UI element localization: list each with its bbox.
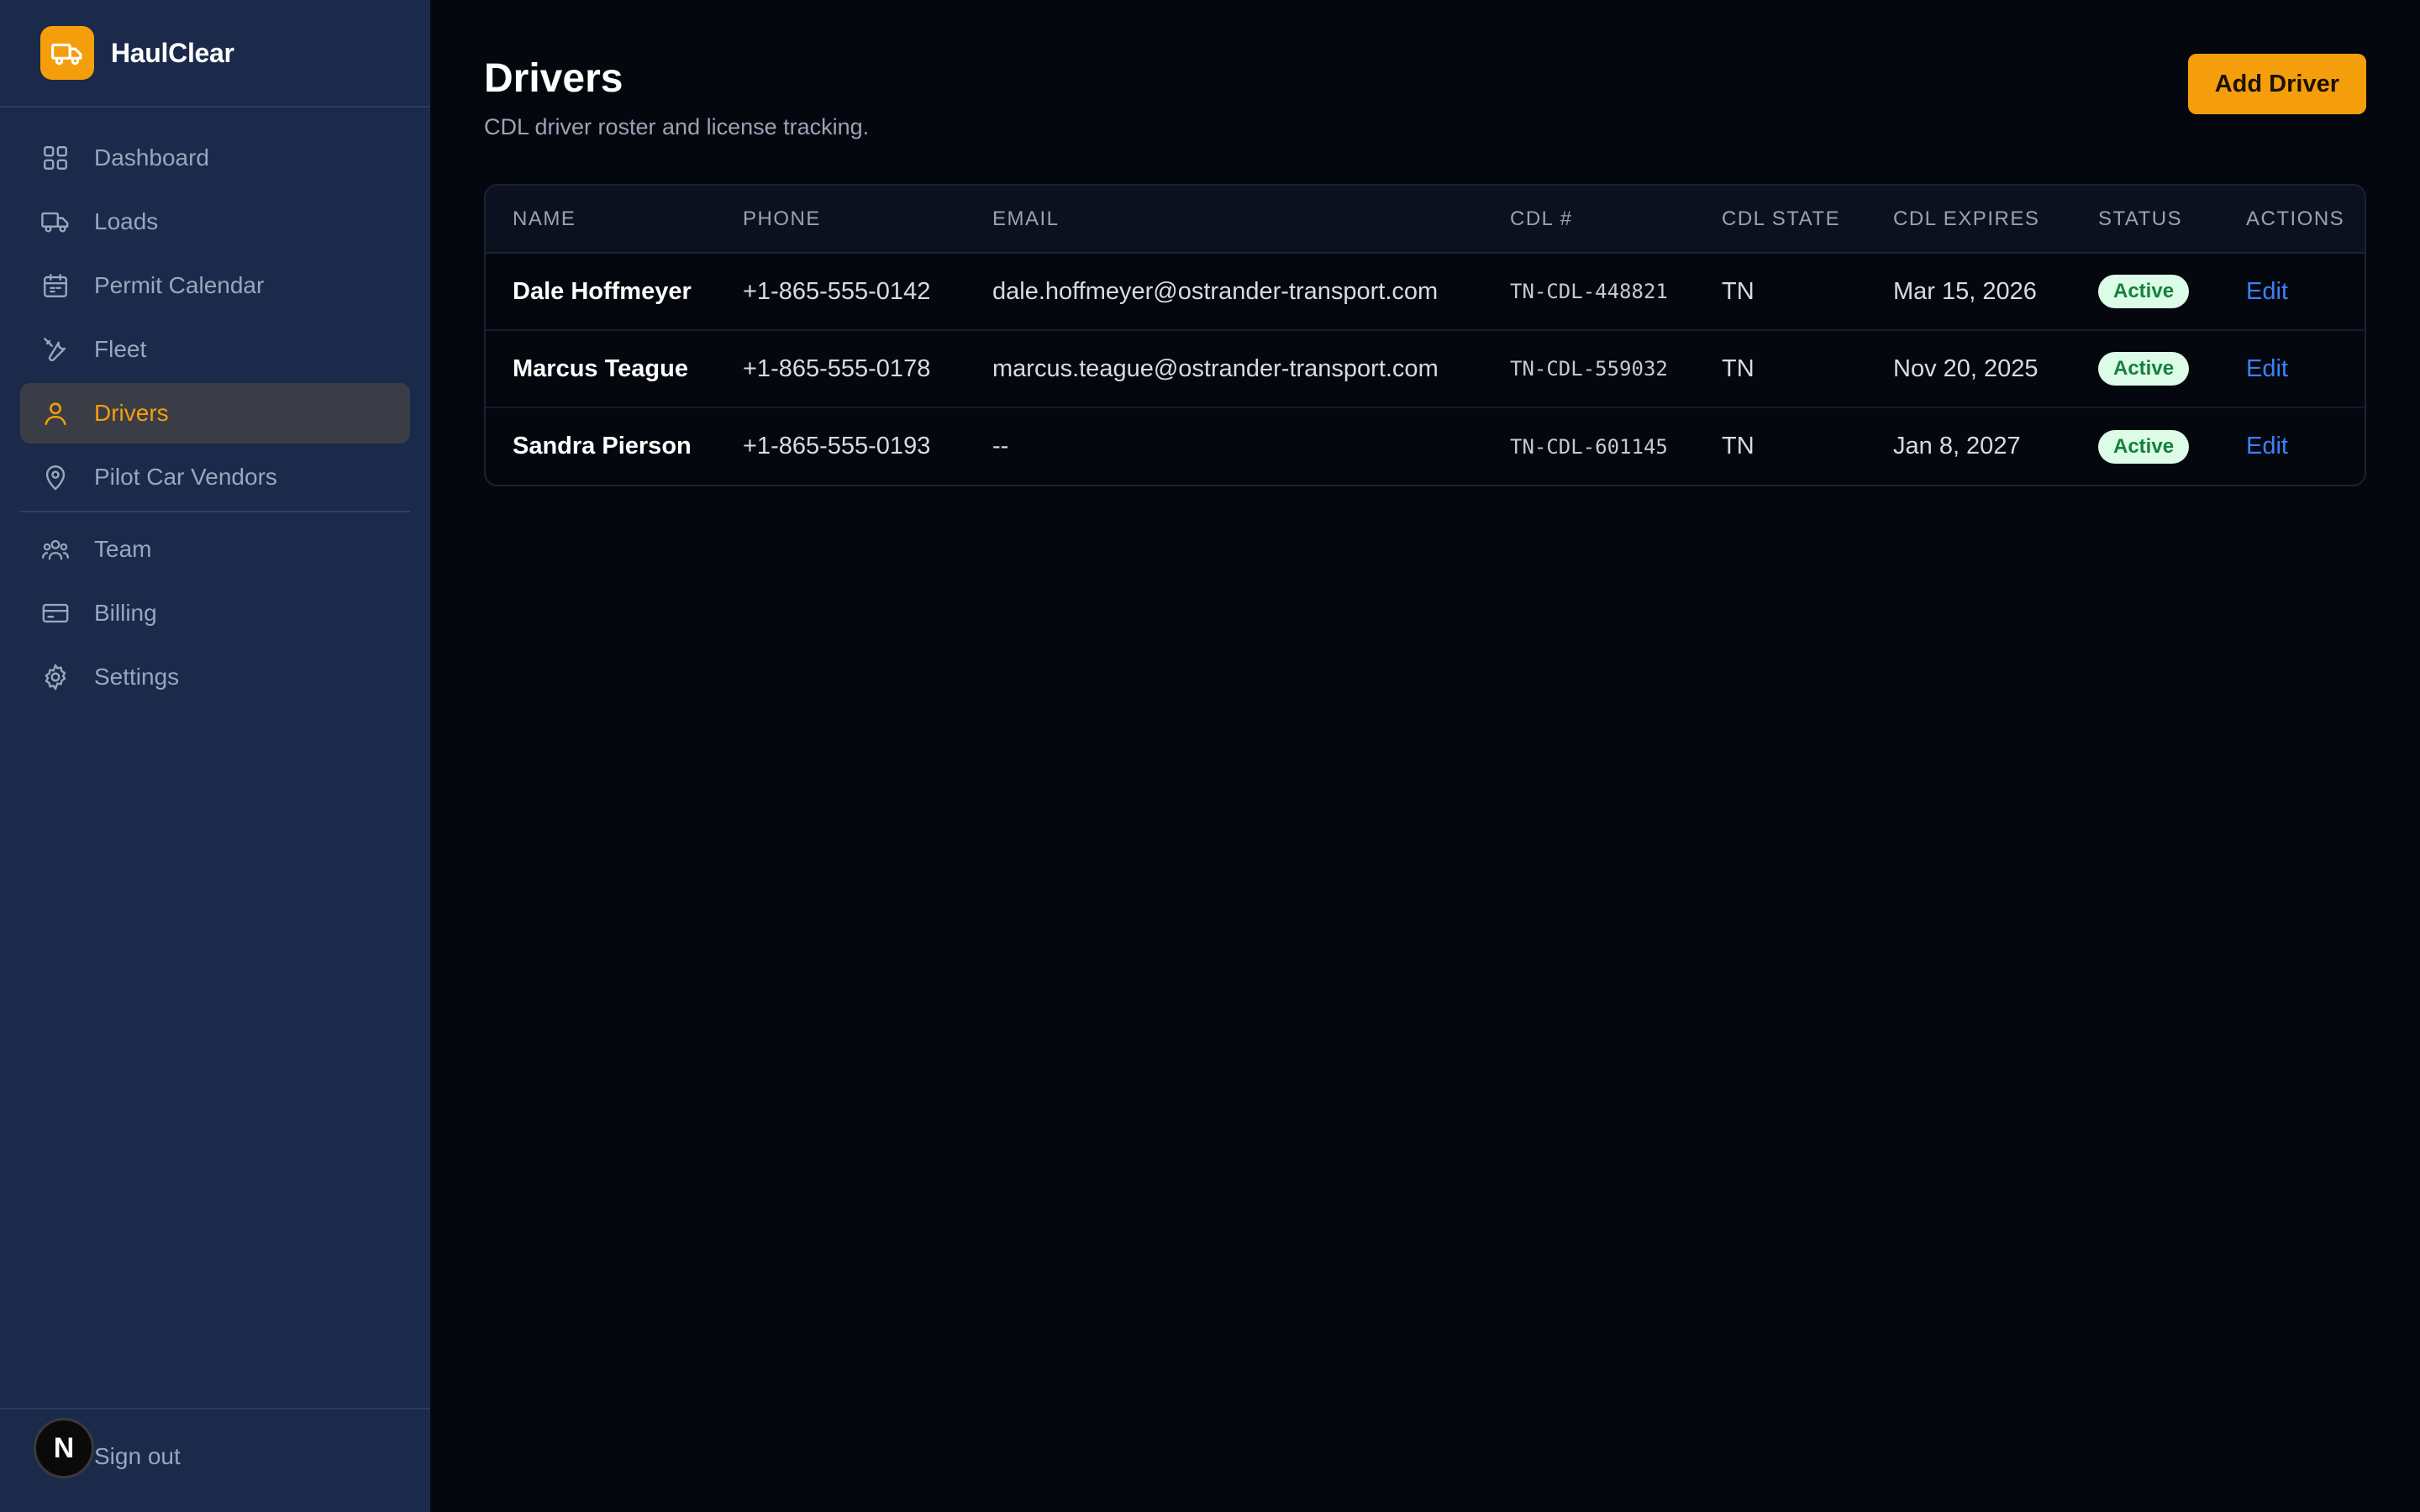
driver-name: Sandra Pierson	[513, 433, 692, 459]
edit-link[interactable]: Edit	[2246, 433, 2288, 459]
driver-phone: +1-865-555-0178	[743, 354, 931, 382]
dashboard-grid-icon	[40, 143, 71, 173]
sidebar-nav: Dashboard Loads Permit Calendar Fleet Dr…	[0, 108, 430, 707]
driver-name: Dale Hoffmeyer	[513, 277, 692, 305]
column-header-phone[interactable]: PHONE	[716, 186, 965, 254]
column-header-actions: ACTIONS	[2219, 186, 2365, 254]
driver-email: dale.hoffmeyer@ostrander-transport.com	[992, 277, 1439, 305]
actions-cell: Edit	[2219, 253, 2365, 330]
status-cell: Active	[2071, 407, 2219, 485]
column-header-status[interactable]: STATUS	[2071, 186, 2219, 254]
brand-name: HaulClear	[111, 37, 234, 68]
driver-email: --	[992, 433, 1009, 459]
sidebar-item-label: Pilot Car Vendors	[94, 464, 277, 490]
edit-link[interactable]: Edit	[2246, 355, 2288, 382]
table-row[interactable]: Dale Hoffmeyer +1-865-555-0142 dale.hoff…	[486, 253, 2365, 330]
app-root: HaulClear Dashboard Loads Permit Calenda…	[0, 0, 2420, 1512]
sidebar-item-billing[interactable]: Billing	[20, 583, 410, 643]
sidebar-item-label: Dashboard	[94, 144, 209, 171]
user-icon	[40, 398, 71, 428]
actions-cell: Edit	[2219, 407, 2365, 485]
main-content: Drivers CDL driver roster and license tr…	[430, 0, 2420, 1512]
driver-cdl-state: TN	[1722, 354, 1754, 382]
status-cell: Active	[2071, 253, 2219, 330]
column-header-name[interactable]: NAME	[486, 186, 716, 254]
driver-email: marcus.teague@ostrander-transport.com	[992, 354, 1439, 382]
calendar-icon	[40, 270, 71, 301]
sidebar-item-drivers[interactable]: Drivers	[20, 383, 410, 444]
driver-cdl-expires: Nov 20, 2025	[1893, 354, 2039, 382]
map-pin-icon	[40, 462, 71, 492]
tools-icon	[40, 334, 71, 365]
sidebar-item-label: Loads	[94, 208, 159, 234]
driver-cdl-expires: Mar 15, 2026	[1893, 277, 2037, 305]
status-badge: Active	[2098, 429, 2190, 464]
sign-out-button[interactable]: Sign out	[94, 1443, 181, 1470]
actions-cell: Edit	[2219, 330, 2365, 407]
sidebar-item-pilot-car-vendors[interactable]: Pilot Car Vendors	[20, 447, 410, 507]
sidebar-item-label: Team	[94, 536, 152, 562]
driver-cdl-state: TN	[1722, 277, 1754, 305]
driver-cdl-state: TN	[1722, 433, 1754, 459]
driver-cdl-number: TN-CDL-601145	[1510, 434, 1668, 459]
truck-logo-icon	[40, 26, 94, 80]
status-cell: Active	[2071, 330, 2219, 407]
table-row[interactable]: Sandra Pierson +1-865-555-0193 -- TN-CDL…	[486, 407, 2365, 485]
sidebar-item-dashboard[interactable]: Dashboard	[20, 128, 410, 188]
drivers-table: NAME PHONE EMAIL CDL # CDL STATE CDL EXP…	[484, 184, 2366, 486]
column-header-cdl-number[interactable]: CDL #	[1483, 186, 1695, 254]
sidebar-item-label: Permit Calendar	[94, 272, 265, 298]
table-header-row: NAME PHONE EMAIL CDL # CDL STATE CDL EXP…	[486, 186, 2365, 254]
add-driver-button[interactable]: Add Driver	[2187, 54, 2366, 114]
sidebar-item-team[interactable]: Team	[20, 519, 410, 580]
driver-cdl-number: TN-CDL-448821	[1510, 280, 1668, 303]
page-subtitle: CDL driver roster and license tracking.	[484, 114, 870, 139]
column-header-cdl-state[interactable]: CDL STATE	[1695, 186, 1866, 254]
page-title: Drivers	[484, 56, 623, 101]
sidebar-item-fleet[interactable]: Fleet	[20, 319, 410, 380]
sidebar-item-settings[interactable]: Settings	[20, 647, 410, 707]
brand[interactable]: HaulClear	[0, 0, 430, 108]
avatar[interactable]: N	[34, 1418, 94, 1478]
driver-phone: +1-865-555-0193	[743, 433, 931, 459]
credit-card-icon	[40, 598, 71, 628]
column-header-cdl-expires[interactable]: CDL EXPIRES	[1866, 186, 2071, 254]
table-row[interactable]: Marcus Teague +1-865-555-0178 marcus.tea…	[486, 330, 2365, 407]
status-badge: Active	[2098, 352, 2190, 386]
truck-icon	[40, 207, 71, 237]
driver-cdl-number: TN-CDL-559032	[1510, 357, 1668, 381]
column-header-email[interactable]: EMAIL	[965, 186, 1483, 254]
driver-name: Marcus Teague	[513, 354, 688, 382]
sidebar-item-loads[interactable]: Loads	[20, 192, 410, 252]
sidebar-footer: N Sign out	[0, 1408, 430, 1512]
driver-phone: +1-865-555-0142	[743, 277, 931, 305]
sidebar-item-label: Fleet	[94, 336, 147, 362]
gear-icon	[40, 662, 71, 692]
sidebar-item-label: Billing	[94, 600, 157, 626]
sidebar-item-permit-calendar[interactable]: Permit Calendar	[20, 255, 410, 316]
sidebar-item-label: Settings	[94, 664, 180, 690]
users-icon	[40, 534, 71, 564]
status-badge: Active	[2098, 275, 2190, 308]
sidebar-divider	[20, 511, 410, 512]
driver-cdl-expires: Jan 8, 2027	[1893, 433, 2021, 459]
sidebar: HaulClear Dashboard Loads Permit Calenda…	[0, 0, 430, 1512]
edit-link[interactable]: Edit	[2246, 278, 2288, 305]
sidebar-item-label: Drivers	[94, 400, 169, 426]
